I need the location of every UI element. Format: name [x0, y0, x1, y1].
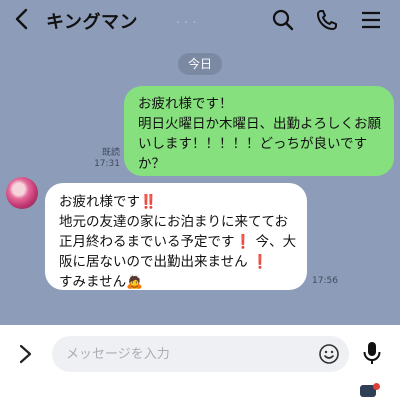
chevron-left-icon[interactable] [14, 8, 32, 30]
message-time: 17:56 [312, 276, 338, 286]
emoji-smiley-icon[interactable] [318, 343, 340, 365]
date-separator: 今日 [178, 53, 222, 75]
notification-badge-icon[interactable] [360, 383, 380, 397]
message-input[interactable] [66, 336, 316, 372]
message-time: 17:31 [94, 159, 120, 169]
read-receipt-label: 既読 [101, 148, 120, 158]
chevron-right-icon[interactable] [14, 343, 36, 365]
chat-title: キングマン [46, 12, 138, 33]
faint-overlay-text: · · · [176, 16, 197, 31]
chat-header: キングマン · · · [0, 0, 400, 40]
message-input-box[interactable] [52, 336, 349, 372]
contact-avatar[interactable] [6, 177, 38, 209]
message-composer [0, 325, 400, 385]
bottom-strip [0, 385, 400, 400]
search-icon[interactable] [271, 8, 295, 32]
outgoing-message-bubble[interactable]: お疲れ様です！ 明日火曜日か木曜日、出勤よろしくお願いします！！！！！どっちが良… [124, 86, 394, 176]
menu-icon[interactable] [359, 8, 383, 32]
message-meta: 既読 17:31 [86, 148, 120, 170]
incoming-message-bubble[interactable]: お疲れ様です‼️ 地元の友達の家にお泊まりに来ててお正月終わるまでいる予定です❗… [45, 183, 307, 290]
phone-icon[interactable] [315, 8, 339, 32]
microphone-icon[interactable] [361, 340, 383, 366]
